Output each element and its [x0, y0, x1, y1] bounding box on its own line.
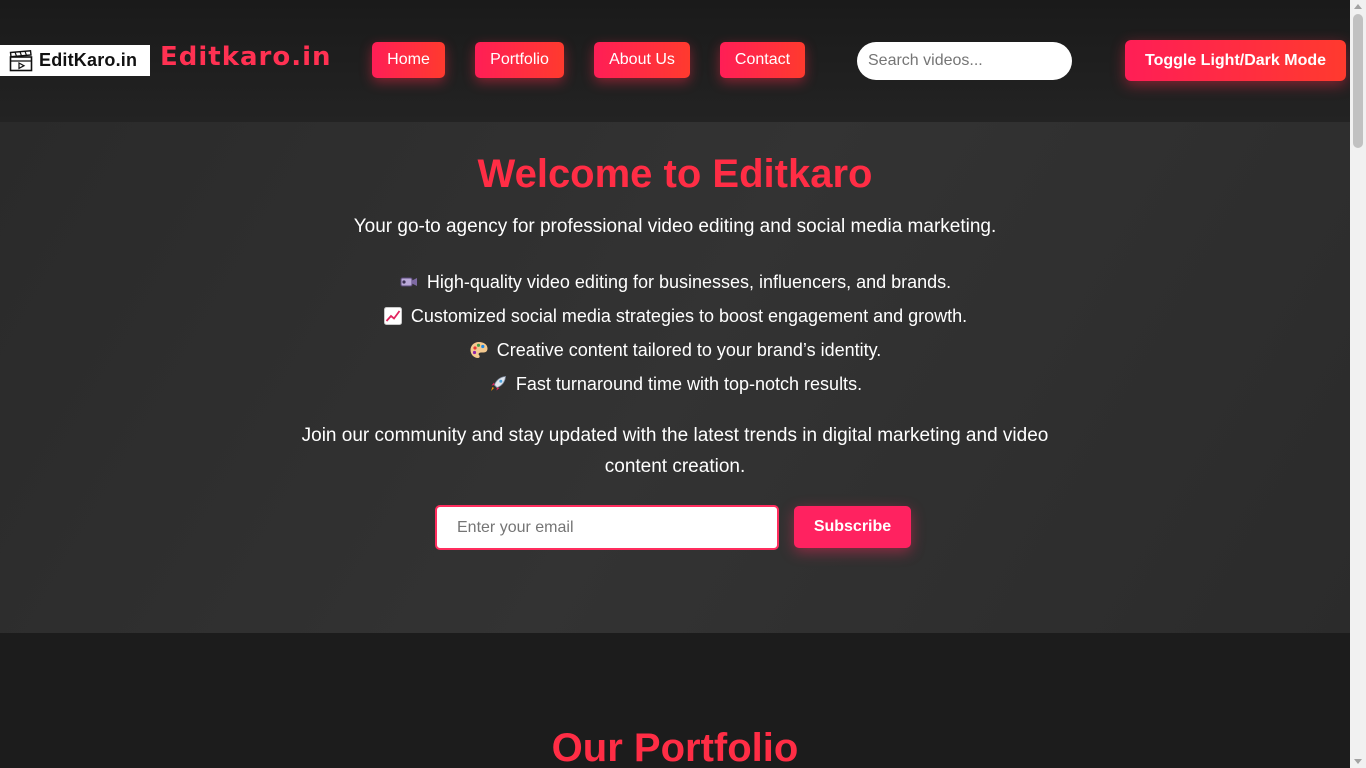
- feature-item: Creative content tailored to your brand’…: [0, 333, 1350, 367]
- feature-text: High-quality video editing for businesse…: [426, 271, 952, 292]
- page: EditKaro.in Editkaro.in Home Portfolio A…: [0, 0, 1366, 768]
- hero-title: Welcome to Editkaro: [477, 152, 873, 196]
- subscribe-button[interactable]: Subscribe: [794, 506, 911, 548]
- logo[interactable]: EditKaro.in: [0, 45, 150, 76]
- site-header: EditKaro.in Editkaro.in Home Portfolio A…: [0, 0, 1350, 122]
- feature-text: Fast turnaround time with top-notch resu…: [515, 373, 863, 394]
- email-field[interactable]: [435, 505, 779, 550]
- feature-text: Customized social media strategies to bo…: [410, 305, 968, 326]
- chart-increasing-icon: [383, 307, 402, 325]
- nav-portfolio-button[interactable]: Portfolio: [475, 42, 564, 78]
- feature-item: Customized social media strategies to bo…: [0, 299, 1350, 333]
- clapperboard-icon: [9, 49, 33, 71]
- brand-name: Editkaro.in: [160, 42, 332, 72]
- scroll-up-arrow-icon[interactable]: [1354, 4, 1362, 9]
- feature-item: Fast turnaround time with top-notch resu…: [0, 367, 1350, 401]
- video-camera-icon: [400, 277, 417, 287]
- feature-text: Creative content tailored to your brand’…: [496, 339, 882, 360]
- search-input[interactable]: [857, 42, 1072, 80]
- logo-text: EditKaro.in: [39, 50, 138, 70]
- portfolio-title: Our Portfolio: [551, 726, 799, 768]
- community-text: Join our community and stay updated with…: [301, 425, 1049, 477]
- scrollbar-thumb[interactable]: [1353, 14, 1363, 148]
- scroll-down-arrow-icon[interactable]: [1354, 759, 1362, 764]
- theme-toggle-button[interactable]: Toggle Light/Dark Mode: [1125, 40, 1346, 81]
- hero-subtitle: Your go-to agency for professional video…: [353, 216, 997, 237]
- hero-section: Welcome to Editkaro Your go-to agency fo…: [0, 122, 1350, 633]
- portfolio-section: Our Portfolio: [0, 633, 1350, 768]
- nav-about-button[interactable]: About Us: [594, 42, 690, 78]
- nav-home-button[interactable]: Home: [372, 42, 445, 78]
- feature-list: High-quality video editing for businesse…: [0, 265, 1350, 401]
- page-scrollbar[interactable]: [1350, 0, 1366, 768]
- nav-contact-button[interactable]: Contact: [720, 42, 805, 78]
- artist-palette-icon: [470, 342, 488, 358]
- feature-item: High-quality video editing for businesse…: [0, 265, 1350, 299]
- rocket-icon: [490, 376, 506, 391]
